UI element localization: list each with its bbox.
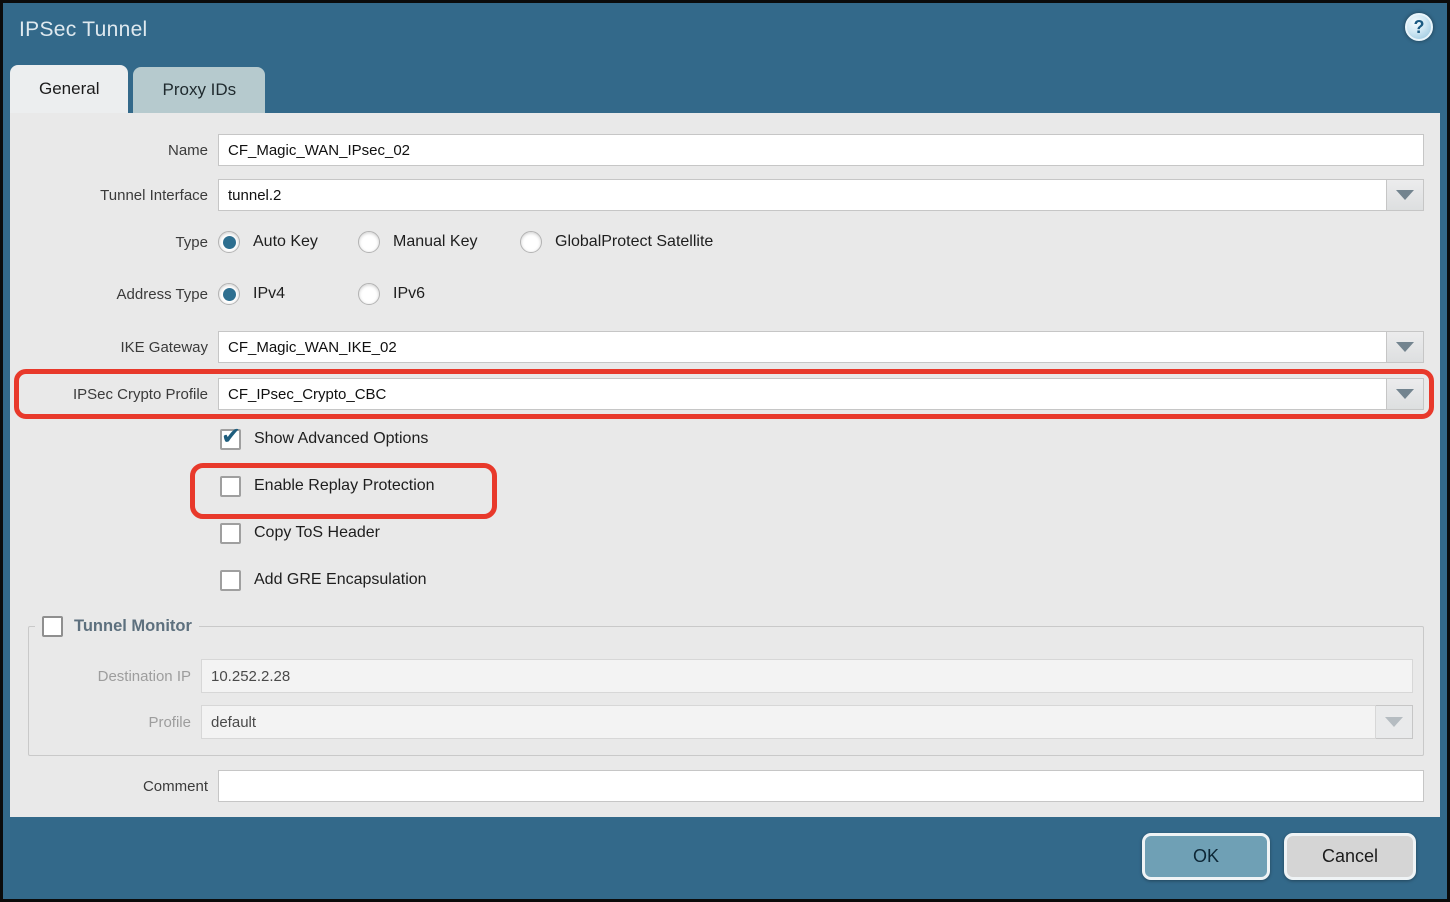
chevron-down-icon (1396, 389, 1414, 399)
ike-gateway-dropdown-button[interactable] (1387, 331, 1424, 363)
add-gre-encapsulation-checkbox[interactable] (220, 570, 241, 591)
dialog-title: IPSec Tunnel (19, 18, 148, 42)
radio-ipv6[interactable]: IPv6 (358, 283, 425, 305)
radio-auto-key[interactable]: Auto Key (218, 231, 358, 253)
ike-gateway-row: IKE Gateway CF_Magic_WAN_IKE_02 (10, 331, 1424, 363)
ok-button[interactable]: OK (1142, 833, 1270, 880)
tab-proxy-ids[interactable]: Proxy IDs (133, 67, 265, 113)
tunnel-monitor-checkbox[interactable] (42, 616, 63, 637)
add-gre-encapsulation-label: Add GRE Encapsulation (254, 571, 427, 589)
chevron-down-icon (1385, 717, 1403, 727)
ike-gateway-value[interactable]: CF_Magic_WAN_IKE_02 (218, 331, 1387, 363)
profile-value: default (201, 705, 1376, 739)
cancel-button[interactable]: Cancel (1284, 833, 1416, 880)
titlebar: IPSec Tunnel ? (3, 3, 1447, 65)
tunnel-monitor-label: Tunnel Monitor (74, 617, 192, 636)
type-row: Type Auto Key Manual Key GlobalProtect S… (10, 229, 1424, 255)
ipsec-crypto-profile-value[interactable]: CF_IPsec_Crypto_CBC (218, 378, 1387, 410)
comment-row: Comment (10, 770, 1424, 802)
address-type-radio-group: IPv4 IPv6 (218, 283, 1424, 305)
enable-replay-protection-row: Enable Replay Protection (220, 475, 1424, 497)
tunnel-interface-value[interactable]: tunnel.2 (218, 179, 1387, 211)
radio-globalprotect-satellite[interactable]: GlobalProtect Satellite (520, 231, 713, 253)
type-radio-group: Auto Key Manual Key GlobalProtect Satell… (218, 231, 1424, 253)
destination-ip-row: Destination IP 10.252.2.28 (29, 659, 1413, 693)
check-icon: ✔ (221, 422, 241, 451)
radio-unselected-icon[interactable] (358, 231, 380, 253)
copy-tos-header-checkbox[interactable] (220, 523, 241, 544)
enable-replay-protection-checkbox[interactable] (220, 476, 241, 497)
radio-manual-key[interactable]: Manual Key (358, 231, 520, 253)
question-mark-glyph: ? (1414, 17, 1425, 38)
general-tab-panel: Name Tunnel Interface tunnel.2 Type Auto… (10, 113, 1440, 817)
ipsec-crypto-profile-label: IPSec Crypto Profile (10, 386, 218, 403)
copy-tos-header-row: Copy ToS Header (220, 522, 1424, 544)
radio-unselected-icon[interactable] (520, 231, 542, 253)
radio-unselected-icon[interactable] (358, 283, 380, 305)
ike-gateway-select[interactable]: CF_Magic_WAN_IKE_02 (218, 331, 1424, 363)
enable-replay-protection-label: Enable Replay Protection (254, 477, 435, 495)
show-advanced-options-label: Show Advanced Options (254, 430, 428, 448)
tab-bar: General Proxy IDs (10, 65, 265, 113)
tunnel-interface-row: Tunnel Interface tunnel.2 (10, 179, 1424, 211)
destination-ip-label: Destination IP (29, 668, 201, 685)
comment-input[interactable] (218, 770, 1424, 802)
add-gre-encapsulation-row: Add GRE Encapsulation (220, 569, 1424, 591)
address-type-label: Address Type (10, 286, 218, 303)
ike-gateway-label: IKE Gateway (10, 339, 218, 356)
help-icon[interactable]: ? (1405, 13, 1433, 41)
copy-tos-header-label: Copy ToS Header (254, 524, 380, 542)
ipsec-crypto-profile-row: IPSec Crypto Profile CF_IPsec_Crypto_CBC (10, 378, 1424, 410)
profile-row: Profile default (29, 705, 1413, 739)
show-advanced-options-row: ✔ Show Advanced Options (220, 428, 1424, 450)
tunnel-monitor-fieldset: Tunnel Monitor Destination IP 10.252.2.2… (28, 616, 1424, 756)
ipsec-crypto-profile-select[interactable]: CF_IPsec_Crypto_CBC (218, 378, 1424, 410)
tunnel-monitor-legend: Tunnel Monitor (35, 616, 199, 637)
tab-general[interactable]: General (10, 65, 128, 113)
profile-select: default (201, 705, 1413, 739)
radio-ipv4[interactable]: IPv4 (218, 283, 358, 305)
address-type-row: Address Type IPv4 IPv6 (10, 281, 1424, 307)
ipsec-crypto-profile-dropdown-button[interactable] (1387, 378, 1424, 410)
tunnel-interface-select[interactable]: tunnel.2 (218, 179, 1424, 211)
tunnel-interface-label: Tunnel Interface (10, 187, 218, 204)
advanced-options-section: ✔ Show Advanced Options Enable Replay Pr… (220, 428, 1424, 591)
comment-label: Comment (10, 778, 218, 795)
profile-dropdown-button (1376, 705, 1413, 739)
radio-selected-icon[interactable] (218, 283, 240, 305)
name-label: Name (10, 142, 218, 159)
destination-ip-input: 10.252.2.28 (201, 659, 1413, 693)
chevron-down-icon (1396, 190, 1414, 200)
type-label: Type (10, 234, 218, 251)
tunnel-interface-dropdown-button[interactable] (1387, 179, 1424, 211)
name-input[interactable] (218, 134, 1424, 166)
ipsec-tunnel-dialog: IPSec Tunnel ? General Proxy IDs Name Tu… (0, 0, 1450, 902)
profile-label: Profile (29, 714, 201, 731)
name-row: Name (10, 134, 1424, 166)
dialog-footer: OK Cancel (3, 814, 1447, 899)
show-advanced-options-checkbox[interactable]: ✔ (220, 429, 241, 450)
chevron-down-icon (1396, 342, 1414, 352)
radio-selected-icon[interactable] (218, 231, 240, 253)
